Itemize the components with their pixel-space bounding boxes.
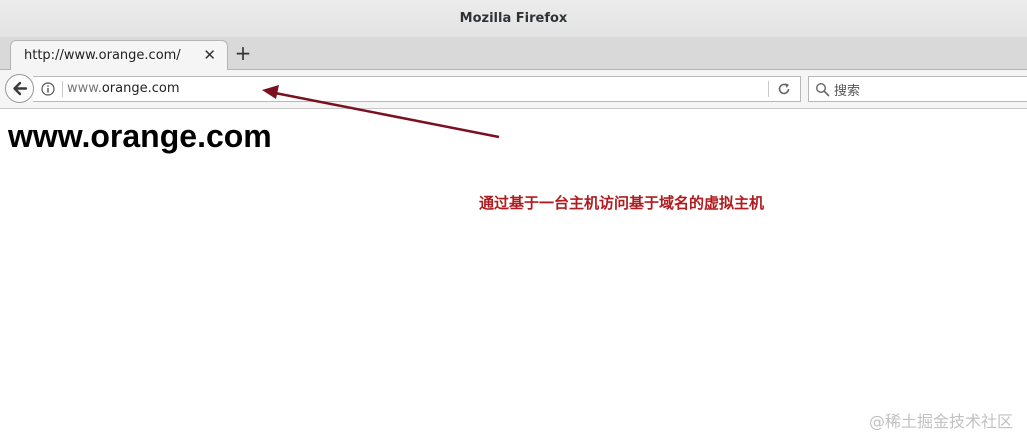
watermark: @稀土掘金技术社区 bbox=[868, 412, 1013, 431]
annotation-arrow bbox=[262, 85, 500, 139]
annotation-text: 通过基于一台主机访问基于域名的虚拟主机 bbox=[479, 194, 765, 212]
